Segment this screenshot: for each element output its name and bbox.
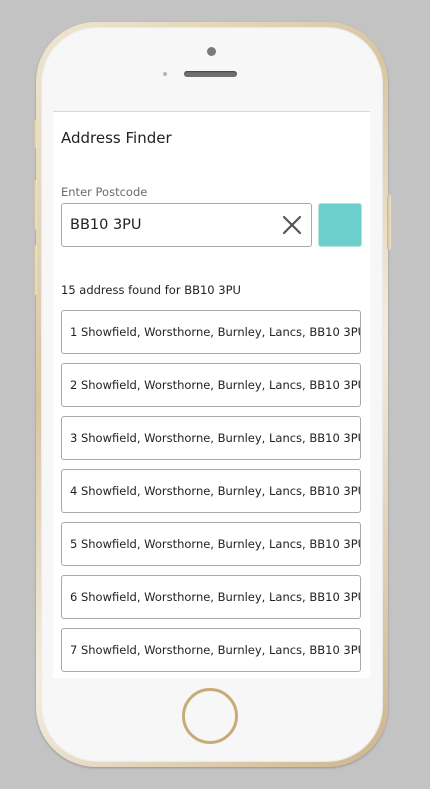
proximity-sensor: [163, 72, 167, 76]
page-title: Address Finder: [61, 129, 172, 147]
home-button[interactable]: [182, 688, 238, 744]
address-item[interactable]: 2 Showfield, Worsthorne, Burnley, Lancs,…: [61, 363, 361, 407]
address-item[interactable]: 7 Showfield, Worsthorne, Burnley, Lancs,…: [61, 628, 361, 672]
address-list: 1 Showfield, Worsthorne, Burnley, Lancs,…: [61, 310, 361, 678]
earpiece-speaker: [184, 71, 237, 77]
address-item[interactable]: 4 Showfield, Worsthorne, Burnley, Lancs,…: [61, 469, 361, 513]
postcode-field[interactable]: [61, 203, 312, 247]
power-button: [387, 195, 391, 250]
front-camera: [207, 47, 216, 56]
address-item[interactable]: 3 Showfield, Worsthorne, Burnley, Lancs,…: [61, 416, 361, 460]
volume-up-button: [33, 180, 37, 230]
volume-down-button: [33, 245, 37, 295]
close-icon: [282, 215, 302, 235]
clear-button[interactable]: [281, 214, 303, 236]
search-button[interactable]: [318, 203, 362, 247]
address-item[interactable]: 1 Showfield, Worsthorne, Burnley, Lancs,…: [61, 310, 361, 354]
app-screen: Address Finder Enter Postcode 15 address…: [53, 111, 370, 678]
postcode-label: Enter Postcode: [61, 185, 148, 199]
mute-switch: [33, 120, 37, 148]
postcode-input[interactable]: [70, 204, 270, 246]
address-item[interactable]: 6 Showfield, Worsthorne, Burnley, Lancs,…: [61, 575, 361, 619]
address-item[interactable]: 5 Showfield, Worsthorne, Burnley, Lancs,…: [61, 522, 361, 566]
results-summary: 15 address found for BB10 3PU: [61, 283, 241, 297]
